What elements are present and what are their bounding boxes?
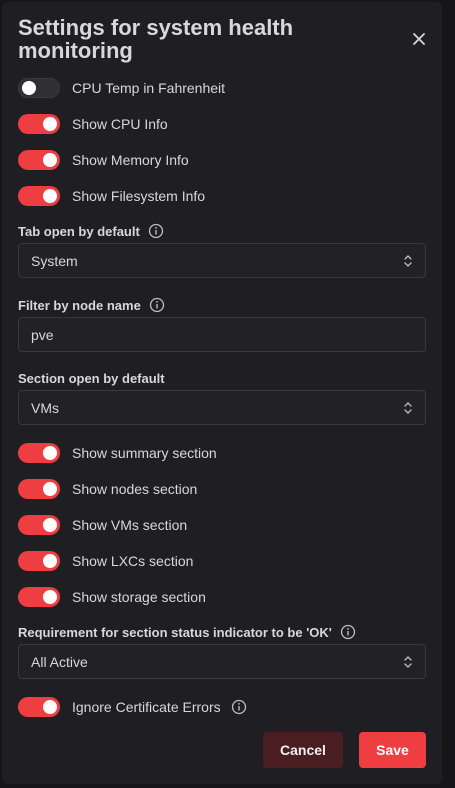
- status-requirement-select[interactable]: All Active: [18, 644, 426, 679]
- toggle-label: Show nodes section: [72, 481, 198, 497]
- show-vms-section-toggle[interactable]: [18, 515, 60, 535]
- close-icon[interactable]: [410, 30, 428, 48]
- toggle-row-memory-info: Show Memory Info: [18, 150, 189, 170]
- toggle-label: Show LXCs section: [72, 553, 194, 569]
- save-button[interactable]: Save: [359, 732, 426, 768]
- toggle-row-cpu-temp: CPU Temp in Fahrenheit: [18, 78, 225, 98]
- toggle-label: Show Filesystem Info: [72, 188, 206, 204]
- toggle-label: Show summary section: [72, 445, 217, 461]
- info-icon[interactable]: [149, 297, 165, 313]
- toggle-row-nodes: Show nodes section: [18, 479, 197, 499]
- show-nodes-section-toggle[interactable]: [18, 479, 60, 499]
- chevron-up-down-icon: [404, 655, 412, 668]
- node-filter-value: pve: [31, 326, 54, 343]
- toggle-label: Show CPU Info: [72, 116, 168, 132]
- section-default-label-row: Section open by default: [18, 371, 165, 386]
- tab-default-select[interactable]: System: [18, 243, 426, 278]
- tab-default-label: Tab open by default: [18, 223, 140, 239]
- section-default-value: VMs: [31, 399, 59, 416]
- chevron-up-down-icon: [404, 254, 412, 267]
- toggle-label: Show Memory Info: [72, 152, 189, 168]
- toggle-row-lxcs: Show LXCs section: [18, 551, 193, 571]
- toggle-row-vms: Show VMs section: [18, 515, 187, 535]
- show-memory-info-toggle[interactable]: [18, 150, 60, 170]
- cancel-button[interactable]: Cancel: [263, 732, 343, 768]
- settings-dialog: Settings for system health monitoring CP…: [2, 2, 442, 784]
- toggle-row-filesystem-info: Show Filesystem Info: [18, 186, 205, 206]
- node-filter-label-row: Filter by node name: [18, 297, 165, 313]
- tab-default-label-row: Tab open by default: [18, 223, 164, 239]
- dialog-title: Settings for system health monitoring: [18, 15, 294, 63]
- info-icon[interactable]: [231, 699, 247, 715]
- status-requirement-value: All Active: [31, 653, 88, 670]
- toggle-row-storage: Show storage section: [18, 587, 206, 607]
- node-filter-label: Filter by node name: [18, 297, 141, 313]
- show-summary-section-toggle[interactable]: [18, 443, 60, 463]
- ignore-certificate-errors-toggle[interactable]: [18, 697, 60, 717]
- cpu-temp-fahrenheit-toggle[interactable]: [18, 78, 60, 98]
- toggle-row-summary: Show summary section: [18, 443, 217, 463]
- section-default-label: Section open by default: [18, 371, 165, 386]
- info-icon[interactable]: [148, 223, 164, 239]
- show-cpu-info-toggle[interactable]: [18, 114, 60, 134]
- toggle-label: Show storage section: [72, 589, 206, 605]
- info-icon[interactable]: [340, 624, 356, 640]
- show-lxcs-section-toggle[interactable]: [18, 551, 60, 571]
- toggle-row-cpu-info: Show CPU Info: [18, 114, 168, 134]
- chevron-up-down-icon: [404, 401, 412, 414]
- node-filter-input[interactable]: pve: [18, 317, 426, 352]
- toggle-label: Show VMs section: [72, 517, 188, 533]
- show-filesystem-info-toggle[interactable]: [18, 186, 60, 206]
- show-storage-section-toggle[interactable]: [18, 587, 60, 607]
- toggle-row-ignore-cert: Ignore Certificate Errors: [18, 697, 247, 717]
- toggle-label: Ignore Certificate Errors: [72, 699, 221, 715]
- status-requirement-label: Requirement for section status indicator…: [18, 624, 332, 640]
- status-requirement-label-row: Requirement for section status indicator…: [18, 624, 356, 640]
- tab-default-value: System: [31, 252, 78, 269]
- toggle-label: CPU Temp in Fahrenheit: [72, 80, 226, 96]
- section-default-select[interactable]: VMs: [18, 390, 426, 425]
